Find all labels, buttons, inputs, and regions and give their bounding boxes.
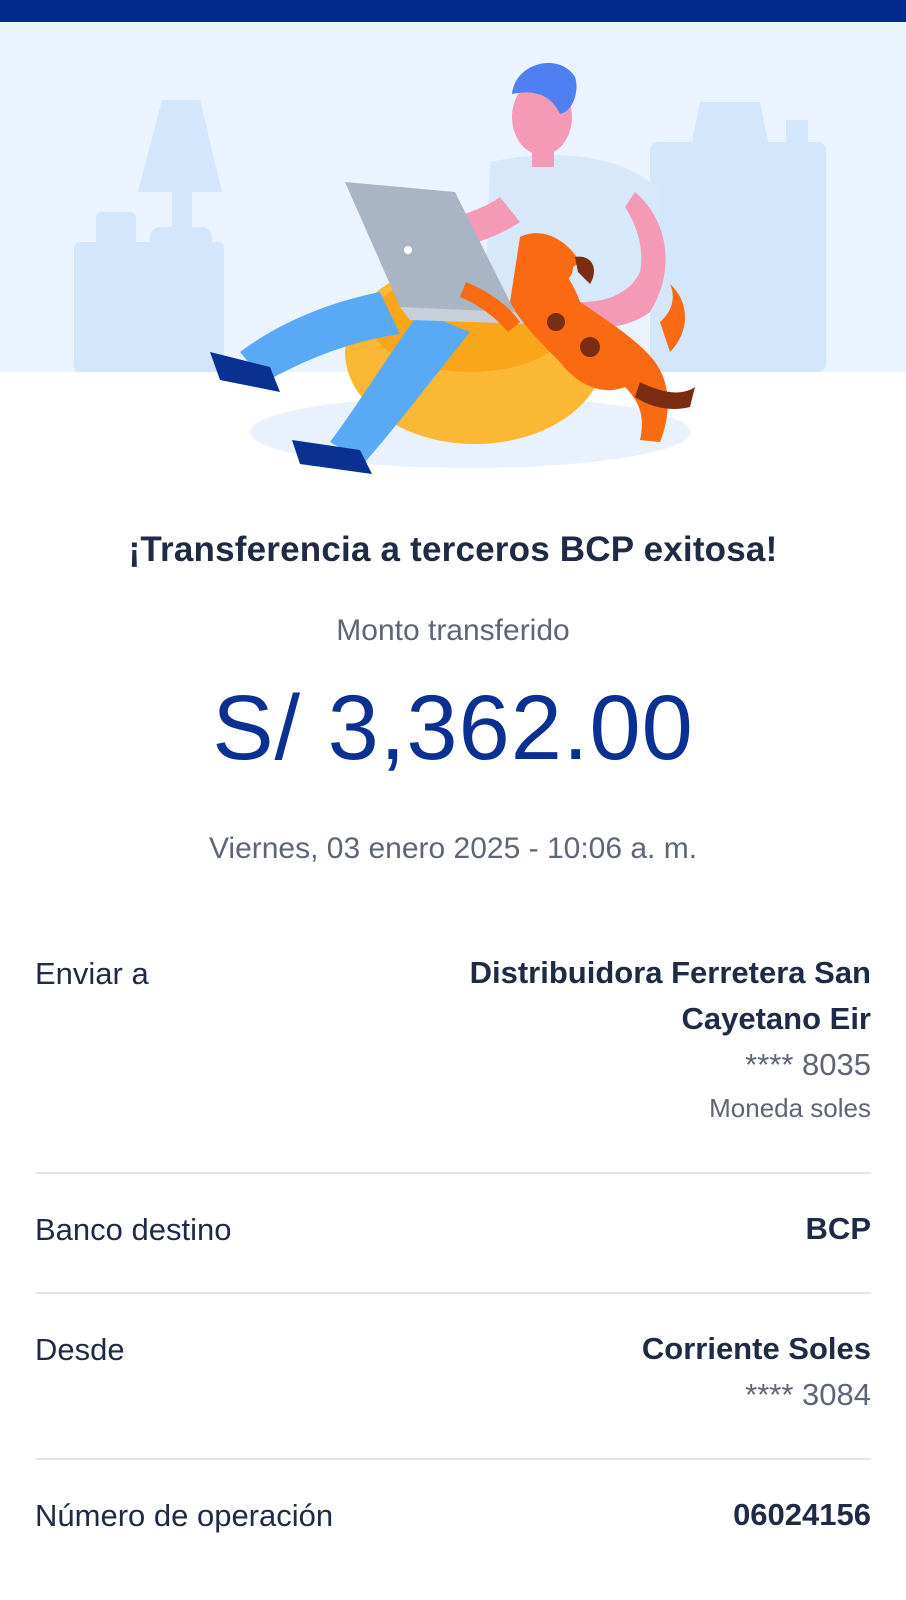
recipient-account: **** 8035: [745, 1047, 871, 1082]
detail-row-operation: Número de operación 06024156: [35, 1492, 871, 1572]
from-label: Desde: [35, 1332, 125, 1367]
bank-value: BCP: [806, 1206, 871, 1252]
bank-name: BCP: [805, 1211, 871, 1246]
top-status-bar: [0, 0, 906, 22]
recipient-name-line2: Cayetano Eir: [681, 1001, 871, 1036]
recipient-name-line1: Distribuidora Ferretera San: [469, 955, 871, 990]
send-to-label: Enviar a: [35, 956, 149, 991]
from-value: Corriente Soles **** 3084: [642, 1326, 871, 1418]
operation-label: Número de operación: [35, 1498, 334, 1533]
from-account-type: Corriente Soles: [641, 1331, 871, 1366]
bank-label: Banco destino: [35, 1212, 232, 1247]
recipient-currency: Moneda soles: [709, 1093, 871, 1123]
transfer-amount: S/ 3,362.00: [212, 677, 694, 779]
success-title: ¡Transferencia a terceros BCP exitosa!: [128, 530, 778, 569]
send-to-value: Distribuidora Ferretera San Cayetano Eir…: [470, 950, 871, 1128]
transfer-datetime: Viernes, 03 enero 2025 - 10:06 a. m.: [208, 832, 698, 865]
from-account: **** 3084: [745, 1377, 871, 1412]
amount-label: Monto transferido: [336, 614, 570, 647]
transfer-details: Enviar a Distribuidora Ferretera San Cay…: [35, 950, 871, 1572]
success-illustration: [0, 22, 906, 482]
operation-number: 06024156: [733, 1497, 871, 1532]
detail-row-send-to: Enviar a Distribuidora Ferretera San Cay…: [35, 950, 871, 1172]
operation-value: 06024156: [733, 1492, 871, 1538]
